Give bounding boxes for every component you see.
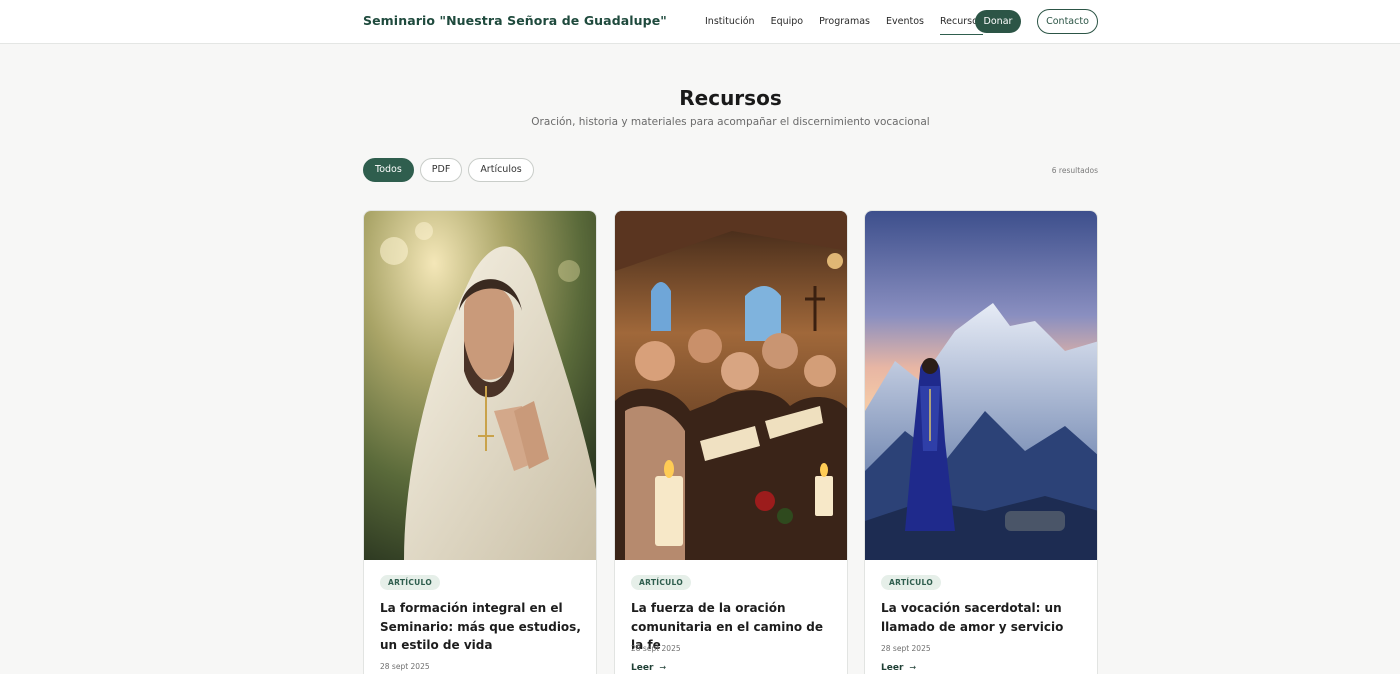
brand-title[interactable]: Seminario "Nuestra Señora de Guadalupe" [363,13,667,28]
arrow-right-icon: → [909,663,917,672]
card-image-congregation[interactable] [615,211,847,560]
resource-card[interactable]: ARTÍCULO La formación integral en el Sem… [363,210,597,674]
resource-card[interactable]: ARTÍCULO La fuerza de la oración comunit… [614,210,848,674]
nav-link-eventos[interactable]: Eventos [886,0,924,44]
read-more-label: Leer [631,663,654,673]
donate-button[interactable]: Donar [975,10,1021,33]
site-header: Seminario "Nuestra Señora de Guadalupe" … [0,0,1400,44]
read-more-link[interactable]: Leer → [881,663,916,673]
page-title: Recursos [679,86,782,110]
card-date: 28 sept 2025 [380,662,430,671]
nav-link-programas[interactable]: Programas [819,0,870,44]
filter-chip-todos[interactable]: Todos [363,158,414,182]
nav-link-equipo[interactable]: Equipo [771,0,804,44]
card-image-praying-man[interactable] [364,211,596,560]
card-title[interactable]: La formación integral en el Seminario: m… [380,599,585,655]
resource-card[interactable]: ARTÍCULO La vocación sacerdotal: un llam… [864,210,1098,674]
card-image-mountains[interactable] [865,211,1097,560]
card-badge: ARTÍCULO [631,575,692,590]
main-nav: Institución Equipo Programas Eventos Rec… [705,0,999,44]
card-date: 28 sept 2025 [881,644,931,653]
page-subtitle: Oración, historia y materiales para acom… [531,116,930,128]
filter-chip-articulos[interactable]: Artículos [468,158,534,182]
card-badge: ARTÍCULO [881,575,942,590]
contact-button[interactable]: Contacto [1037,9,1098,34]
results-count: 6 resultados [1051,166,1098,175]
card-date: 28 sept 2025 [631,644,681,653]
read-more-link[interactable]: Leer → [631,663,666,673]
card-title[interactable]: La vocación sacerdotal: un llamado de am… [881,599,1086,636]
read-more-label: Leer [881,663,904,673]
filter-bar: Todos PDF Artículos [363,158,540,182]
filter-chip-pdf[interactable]: PDF [419,158,463,182]
nav-link-institucion[interactable]: Institución [705,0,755,44]
arrow-right-icon: → [659,663,667,672]
card-badge: ARTÍCULO [380,575,441,590]
